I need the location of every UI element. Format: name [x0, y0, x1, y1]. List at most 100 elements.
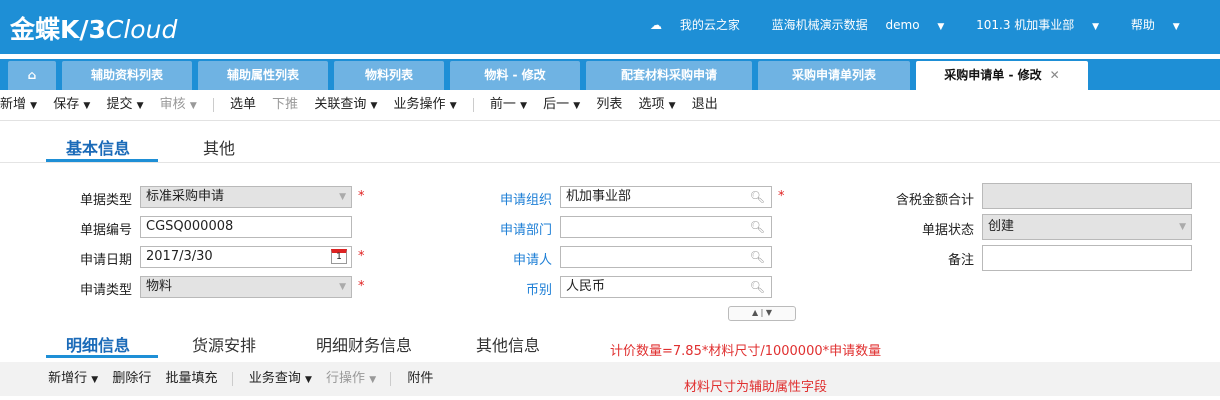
related-query-button[interactable]: 关联查询 ▼ [314, 90, 377, 121]
calendar-icon[interactable]: 1 [331, 249, 347, 264]
new-button[interactable]: 新增 ▼ [0, 90, 37, 121]
doc-type-label: 单据类型 [79, 193, 132, 208]
applicant-label[interactable]: 申请人 [470, 249, 552, 268]
apply-dept-field[interactable]: 🔍︎ [560, 216, 772, 238]
doc-status-select[interactable]: 创建 ▼ [982, 214, 1192, 240]
my-cloud-link[interactable]: ☁ 我的云之家 [650, 18, 754, 32]
search-icon[interactable]: 🔍︎ [750, 247, 765, 267]
apply-type-value: 物料 [146, 279, 173, 294]
dataset-link[interactable]: 蓝海机械演示数据 [772, 18, 868, 32]
user-label: demo [885, 18, 920, 32]
chevron-down-icon: ▼ [573, 101, 581, 111]
add-row-label: 新增行 [48, 371, 88, 386]
tab-source-arrangement[interactable]: 货源安排 [192, 332, 256, 356]
tab-detail-finance[interactable]: 明细财务信息 [316, 332, 412, 356]
chevron-down-icon: ▼ [369, 375, 377, 385]
add-row-button[interactable]: 新增行 ▼ [48, 362, 98, 397]
tab-requisition-edit[interactable]: 采购申请单 - 修改 ✕ [916, 61, 1088, 90]
user-menu[interactable]: demo ▼ [886, 18, 959, 32]
apply-date-label: 申请日期 [79, 253, 132, 268]
row-ops-button[interactable]: 行操作 ▼ [326, 362, 376, 397]
tab-basic-info[interactable]: 基本信息 [66, 135, 130, 159]
search-icon[interactable]: 🔍︎ [750, 217, 765, 237]
batch-fill-button[interactable]: 批量填充 [166, 362, 218, 396]
home-icon: ⌂ [27, 68, 37, 82]
collapse-toggle[interactable]: ▲ | ▼ [728, 306, 796, 321]
tab-supporting-material-request[interactable]: 配套材料采购申请 [586, 61, 752, 90]
prev-label: 前一 [489, 97, 516, 112]
apply-date-value: 2017/3/30 [146, 249, 213, 264]
save-label: 保存 [53, 97, 80, 112]
chevron-down-icon: ▼ [189, 101, 197, 111]
tab-home[interactable]: ⌂ [8, 61, 56, 90]
applicant-field[interactable]: 🔍︎ [560, 246, 772, 268]
my-cloud-label: 我的云之家 [679, 18, 740, 32]
apply-org-label[interactable]: 申请组织 [470, 189, 552, 208]
next-button[interactable]: 后一 ▼ [543, 90, 580, 121]
audit-button[interactable]: 审核 ▼ [160, 90, 197, 121]
submit-button[interactable]: 提交 ▼ [106, 90, 143, 121]
tab-material-list[interactable]: 物料列表 [334, 61, 444, 90]
list-button[interactable]: 列表 [596, 90, 622, 120]
main-toolbar: 新增 ▼ 保存 ▼ 提交 ▼ 审核 ▼ 选单 下推 关联查询 ▼ 业务操作 ▼ … [0, 90, 1220, 121]
tab-aux-attr-list[interactable]: 辅助属性列表 [198, 61, 328, 90]
chevron-down-icon: ▼ [668, 101, 676, 111]
help-menu[interactable]: 帮助 ▼ [1131, 18, 1194, 32]
remark-field[interactable] [982, 245, 1192, 271]
apply-org-field[interactable]: 机加事业部 🔍︎ [560, 186, 772, 208]
tab-aux-data-list[interactable]: 辅助资料列表 [62, 61, 192, 90]
delete-row-button[interactable]: 删除行 [112, 362, 151, 396]
tab-material-edit[interactable]: 物料 - 修改 [450, 61, 580, 90]
active-tab-indicator [46, 355, 158, 358]
chevron-down-icon: ▼ [449, 101, 457, 111]
price-formula-note: 计价数量=7.85*材料尺寸/1000000*申请数量 [610, 344, 882, 359]
save-button[interactable]: 保存 ▼ [53, 90, 90, 121]
new-label: 新增 [0, 97, 27, 112]
apply-type-select[interactable]: 物料 ▼ [140, 276, 352, 298]
tab-detail-info[interactable]: 明细信息 [66, 332, 130, 356]
related-query-label: 关联查询 [314, 97, 367, 112]
detail-toolbar: 新增行 ▼ 删除行 批量填充 业务查询 ▼ 行操作 ▼ 附件 [0, 362, 1220, 396]
apply-date-field[interactable]: 2017/3/30 1 [140, 246, 352, 268]
required-mark: * [358, 249, 365, 264]
chevron-down-icon: ▼ [1172, 22, 1180, 32]
doc-type-select[interactable]: 标准采购申请 ▼ [140, 186, 352, 208]
business-ops-label: 业务操作 [393, 97, 446, 112]
tab-bar: ⌂ 辅助资料列表 辅助属性列表 物料列表 物料 - 修改 配套材料采购申请 采购… [0, 59, 1220, 90]
required-mark: * [358, 279, 365, 294]
chevron-up-icon: ▲ [751, 308, 759, 317]
search-icon[interactable]: 🔍︎ [750, 187, 765, 207]
tab-other-info[interactable]: 其他信息 [476, 332, 540, 356]
chevron-down-icon: ▼ [1179, 222, 1186, 232]
currency-field[interactable]: 人民币 🔍︎ [560, 276, 772, 298]
select-doc-button[interactable]: 选单 [230, 90, 256, 120]
logo-cloud-text: Cloud [105, 15, 178, 44]
tab-requisition-list[interactable]: 采购申请单列表 [758, 61, 910, 90]
apply-type-label: 申请类型 [79, 283, 132, 298]
exit-button[interactable]: 退出 [692, 90, 718, 120]
currency-label[interactable]: 币别 [470, 279, 552, 298]
toolbar-divider [472, 97, 474, 112]
chevron-down-icon: ▼ [937, 22, 945, 32]
apply-dept-label[interactable]: 申请部门 [470, 219, 552, 238]
submit-label: 提交 [106, 97, 133, 112]
search-icon[interactable]: 🔍︎ [750, 277, 765, 297]
doc-no-field[interactable]: CGSQ000008 [140, 216, 352, 238]
org-menu[interactable]: 101.3 机加事业部 ▼ [976, 18, 1113, 32]
attachment-button[interactable]: 附件 [407, 362, 433, 396]
push-down-button[interactable]: 下推 [272, 90, 298, 120]
prev-button[interactable]: 前一 ▼ [490, 90, 527, 121]
chevron-down-icon: ▼ [91, 375, 99, 385]
chevron-down-icon: ▼ [83, 101, 91, 111]
top-nav: ☁ 我的云之家 蓝海机械演示数据 demo ▼ 101.3 机加事业部 ▼ 帮助… [650, 16, 1208, 33]
business-query-button[interactable]: 业务查询 ▼ [249, 362, 312, 397]
tab-other[interactable]: 其他 [203, 135, 235, 159]
doc-type-value: 标准采购申请 [146, 189, 225, 204]
app-logo: 金蝶K/3Cloud [10, 10, 177, 46]
close-icon[interactable]: ✕ [1050, 68, 1060, 82]
business-ops-button[interactable]: 业务操作 ▼ [394, 90, 457, 121]
row-ops-label: 行操作 [326, 371, 366, 386]
options-button[interactable]: 选项 ▼ [639, 90, 676, 121]
remark-label: 备注 [947, 253, 974, 268]
next-label: 后一 [543, 97, 570, 112]
